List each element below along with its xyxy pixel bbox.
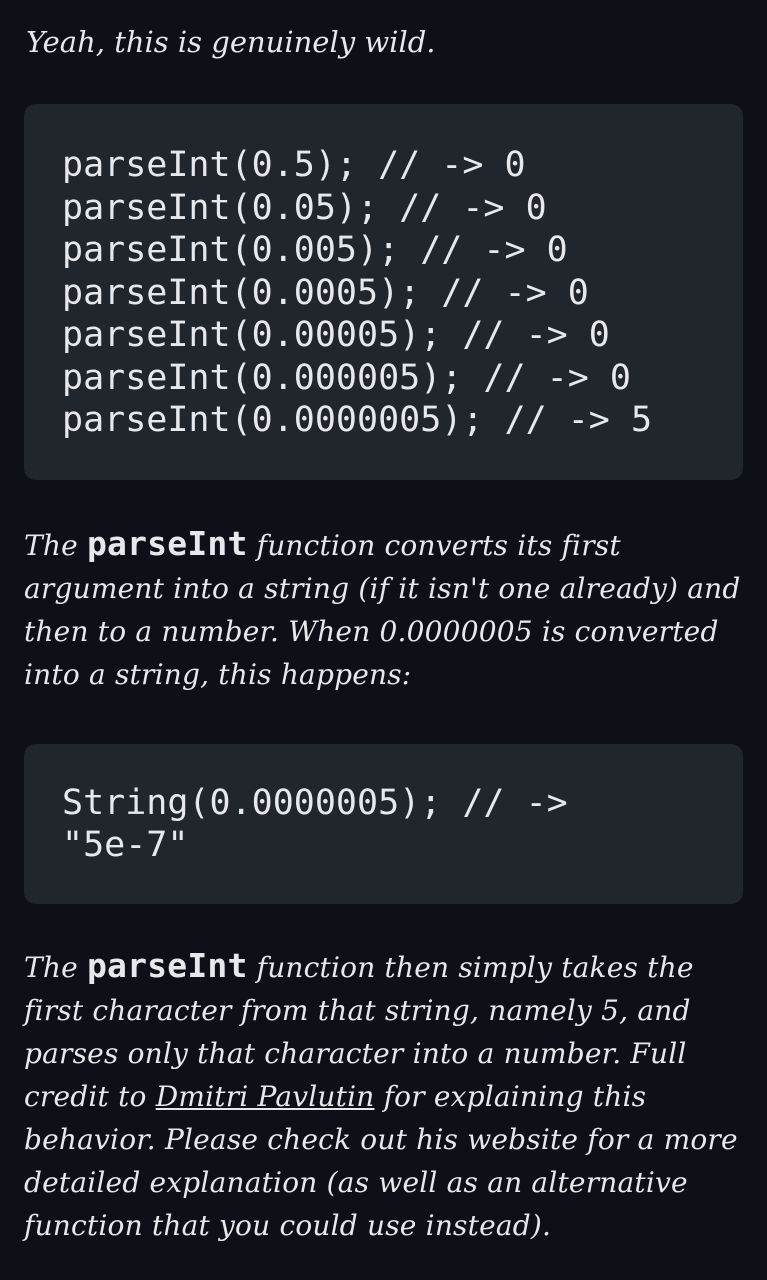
code-line: parseInt(0.0005); // -> 0: [62, 272, 589, 313]
code-block-parseint-examples: parseInt(0.5); // -> 0 parseInt(0.05); /…: [24, 104, 743, 480]
code-line: String(0.0000005); // -> "5e-7": [62, 783, 589, 865]
code-block-string-conversion: String(0.0000005); // -> "5e-7": [24, 744, 743, 904]
inline-code-parseint: parseInt: [86, 946, 248, 985]
explanation-paragraph-2: The parseInt function then simply takes …: [24, 944, 743, 1247]
inline-code-parseint: parseInt: [86, 524, 248, 563]
code-line: parseInt(0.00005); // -> 0: [62, 315, 610, 355]
code-line: parseInt(0.005); // -> 0: [62, 230, 568, 270]
code-line: parseInt(0.000005); // -> 0: [62, 357, 631, 398]
code-line: parseInt(0.0000005); // -> 5: [62, 400, 653, 440]
author-link[interactable]: Dmitri Pavlutin: [156, 1080, 375, 1113]
text-segment: The: [24, 529, 87, 562]
post-body: Yeah, this is genuinely wild. parseInt(0…: [0, 0, 767, 1280]
code-line: parseInt(0.5); // -> 0: [62, 145, 526, 185]
code-line: parseInt(0.05); // -> 0: [62, 187, 547, 228]
intro-text: Yeah, this is genuinely wild.: [26, 25, 436, 59]
text-segment: The: [24, 951, 87, 984]
explanation-paragraph-1: The parseInt function converts its first…: [24, 522, 743, 696]
